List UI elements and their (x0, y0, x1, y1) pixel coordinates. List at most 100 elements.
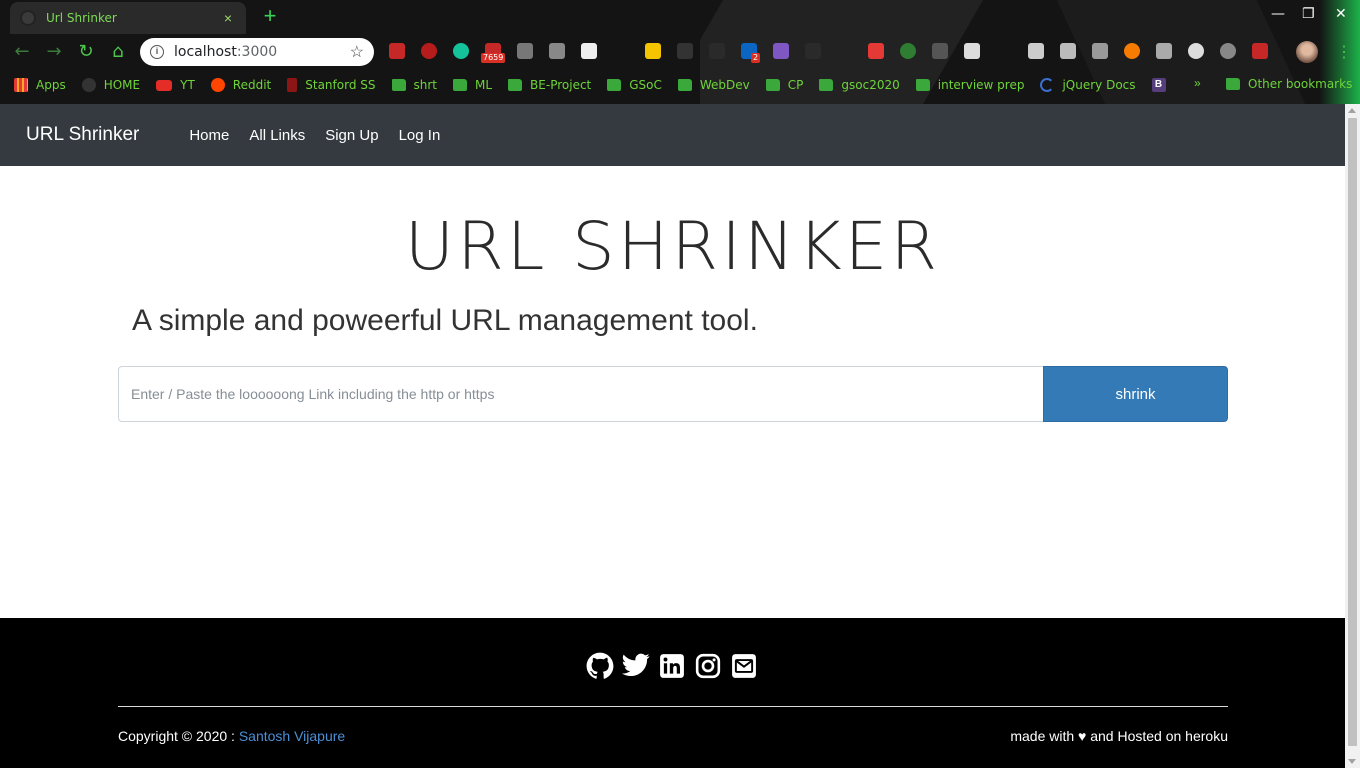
mail-count-badge: 7659 (481, 53, 506, 63)
bookmark-webdev[interactable]: WebDev (677, 78, 750, 92)
scrollbar-thumb[interactable] (1348, 118, 1357, 746)
bookmark-label: BE-Project (530, 78, 592, 92)
linkedin-icon[interactable] (658, 652, 686, 680)
linkedin-count-badge: 2 (751, 53, 761, 63)
bookmark-stanford-ss[interactable]: Stanford SS (287, 78, 376, 92)
honey-extension-icon[interactable] (1124, 43, 1140, 59)
made-with-text: made with ♥ and Hosted on heroku (1010, 728, 1228, 744)
screenshot-extension-icon[interactable] (1060, 43, 1076, 59)
other-bookmarks[interactable]: Other bookmarks (1226, 77, 1352, 91)
nav-link-log-in[interactable]: Log In (399, 127, 441, 144)
site-info-icon[interactable]: i (150, 45, 164, 59)
analytics-extension-icon[interactable] (868, 43, 884, 59)
hexagon-extension-icon[interactable] (1092, 43, 1108, 59)
minimize-button[interactable]: — (1271, 6, 1285, 22)
navbar-brand[interactable]: URL Shrinker (26, 124, 139, 146)
grammarly-extension-icon[interactable] (453, 43, 469, 59)
nav-link-home[interactable]: Home (189, 127, 229, 144)
copyright-text: Copyright © 2020 : Santosh Vijapure (118, 728, 345, 744)
profile-avatar[interactable] (1296, 41, 1318, 63)
lastpass-extension-icon[interactable] (389, 43, 405, 59)
hypothesis-extension-icon[interactable] (549, 43, 565, 59)
address-bar[interactable]: i localhost:3000 ☆ (140, 38, 374, 66)
feather-extension-icon[interactable] (773, 43, 789, 59)
page-viewport: URL Shrinker Home All Links Sign Up Log … (0, 104, 1345, 768)
speedometer-extension-icon[interactable] (1188, 43, 1204, 59)
eyedropper-extension-icon[interactable] (932, 43, 948, 59)
bookmark-apps[interactable]: Apps (14, 78, 66, 92)
address-url: localhost:3000 (174, 44, 277, 60)
restore-button[interactable]: ❐ (1302, 6, 1315, 22)
calendar-extension-icon[interactable] (1156, 43, 1172, 59)
bookmark-star-icon[interactable]: ☆ (350, 42, 364, 62)
forward-arrow-icon[interactable]: → (42, 40, 66, 64)
author-link[interactable]: Santosh Vijapure (239, 728, 345, 744)
home-icon[interactable]: ⌂ (106, 40, 130, 64)
reddit-icon (210, 78, 225, 92)
nav-link-sign-up[interactable]: Sign Up (325, 127, 378, 144)
bookmark-reddit[interactable]: Reddit (210, 78, 271, 92)
nav-link-all-links[interactable]: All Links (249, 127, 305, 144)
bookmark-jquery-docs[interactable]: jQuery Docs (1040, 78, 1136, 92)
site-footer: Copyright © 2020 : Santosh Vijapure made… (0, 618, 1345, 768)
back-arrow-icon[interactable]: ← (10, 40, 34, 64)
bookmark-yt[interactable]: YT (156, 78, 195, 92)
copyright-prefix: Copyright © 2020 : (118, 728, 239, 744)
notes-extension-icon[interactable] (645, 43, 661, 59)
folder-icon (391, 79, 406, 91)
folder-icon (1226, 78, 1240, 90)
bookmark-ml[interactable]: ML (453, 78, 492, 92)
bookmark-cp[interactable]: CP (765, 78, 804, 92)
document-extension-icon[interactable] (964, 43, 980, 59)
pushbullet-extension-icon[interactable] (900, 43, 916, 59)
shrink-form: shrink (118, 366, 1228, 422)
scroll-down-arrow-icon[interactable] (1348, 759, 1356, 764)
twitter-icon[interactable] (622, 652, 650, 680)
circle-extension-icon[interactable] (1220, 43, 1236, 59)
bug-extension-icon[interactable] (1252, 43, 1268, 59)
bookmark-be-project[interactable]: BE-Project (508, 78, 591, 92)
bookmark-interview-prep[interactable]: interview prep (915, 78, 1025, 92)
font-extension-icon[interactable] (709, 43, 725, 59)
bookmark-label: shrt (413, 78, 438, 92)
folder-icon (915, 79, 930, 91)
footer-divider (118, 706, 1228, 707)
close-window-button[interactable]: ✕ (1335, 6, 1347, 22)
tab-title: Url Shrinker (46, 11, 117, 25)
bookmarks-bar: Apps HOME YT Reddit Stanford SS shrt ML (0, 70, 1360, 100)
tab-url-shrinker[interactable]: Url Shrinker × (10, 2, 246, 34)
adblock-extension-icon[interactable] (421, 43, 437, 59)
browser-chrome: Url Shrinker × + — ❐ ✕ ← → ↻ ⌂ i localho… (0, 0, 1360, 104)
bookmark-label: HOME (103, 78, 141, 92)
scroll-up-arrow-icon[interactable] (1348, 108, 1356, 113)
bitwarden-extension-icon[interactable] (1028, 43, 1044, 59)
bookmark-shrt[interactable]: shrt (391, 78, 438, 92)
bookmark-label: CP (787, 78, 804, 92)
tab-bar: Url Shrinker × + — ❐ ✕ (0, 0, 1360, 34)
folder-icon (607, 79, 622, 91)
github-icon[interactable] (586, 652, 614, 680)
envelope-icon[interactable] (730, 652, 758, 680)
m-extension-icon[interactable] (677, 43, 693, 59)
folder-icon (765, 79, 780, 91)
json-extension-icon[interactable] (805, 43, 821, 59)
bookmark-gsoc2020[interactable]: gsoc2020 (819, 78, 900, 92)
wappalyzer-extension-icon[interactable] (581, 43, 597, 59)
vertical-scrollbar[interactable] (1345, 104, 1360, 768)
bookmark-gsoc[interactable]: GSoC (607, 78, 662, 92)
bookmark-bootstrap[interactable]: B (1151, 78, 1174, 92)
browser-menu-icon[interactable]: ⋮ (1336, 42, 1352, 62)
bookmark-label: jQuery Docs (1062, 78, 1136, 92)
bookmark-label: gsoc2020 (841, 78, 900, 92)
hero-title: URL SHRINKER (404, 208, 941, 285)
bookmarks-overflow-chevron-icon[interactable]: » (1194, 76, 1201, 90)
long-url-input[interactable] (118, 366, 1043, 422)
instagram-icon[interactable] (694, 652, 722, 680)
bookmark-label: interview prep (937, 78, 1025, 92)
reload-icon[interactable]: ↻ (74, 40, 98, 64)
tab-close-icon[interactable]: × (220, 10, 236, 26)
new-tab-button[interactable]: + (256, 5, 284, 29)
location-extension-icon[interactable] (517, 43, 533, 59)
shrink-button[interactable]: shrink (1043, 366, 1228, 422)
bookmark-home[interactable]: HOME (81, 78, 141, 92)
